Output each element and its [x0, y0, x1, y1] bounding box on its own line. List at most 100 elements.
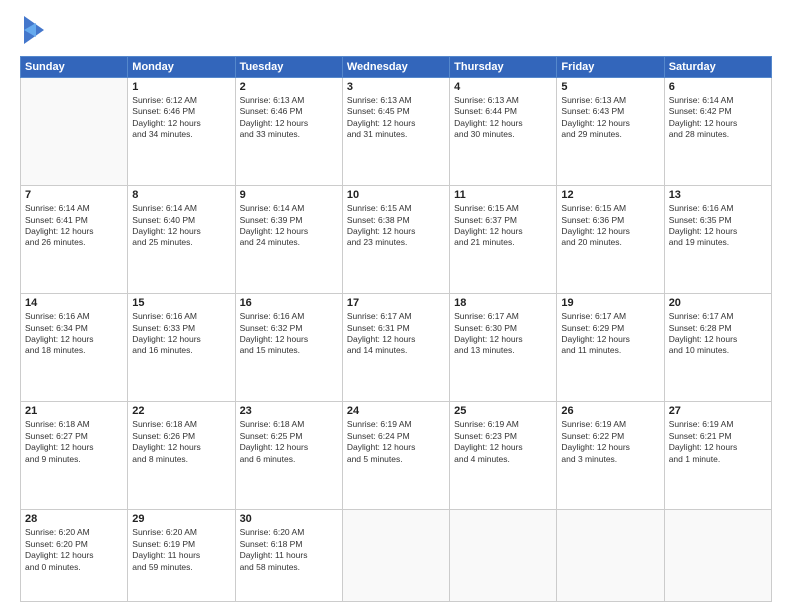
calendar-cell-3-4: 17 Sunrise: 6:17 AM Sunset: 6:31 PM Dayli…	[342, 294, 449, 402]
weekday-header-wednesday: Wednesday	[342, 57, 449, 78]
day-info: Sunrise: 6:17 AM Sunset: 6:29 PM Dayligh…	[561, 311, 659, 357]
calendar-cell-4-5: 25 Sunrise: 6:19 AM Sunset: 6:23 PM Dayli…	[450, 402, 557, 510]
calendar-cell-1-2: 1Sunrise: 6:12 AM Sunset: 6:46 PM Daylig…	[128, 78, 235, 186]
day-number: 27	[669, 405, 767, 417]
day-info: Sunrise: 6:15 AM Sunset: 6:36 PM Dayligh…	[561, 203, 659, 249]
day-number: 25	[454, 405, 552, 417]
day-number: 19	[561, 297, 659, 309]
calendar-cell-4-3: 23Sunrise: 6:18 AM Sunset: 6:25 PM Dayli…	[235, 402, 342, 510]
calendar-cell-4-4: 24 Sunrise: 6:19 AM Sunset: 6:24 PM Dayli…	[342, 402, 449, 510]
calendar-cell-3-7: 20 Sunrise: 6:17 AM Sunset: 6:28 PM Dayli…	[664, 294, 771, 402]
calendar-cell-4-7: 27 Sunrise: 6:19 AM Sunset: 6:21 PM Dayli…	[664, 402, 771, 510]
day-info: Sunrise: 6:18 AM Sunset: 6:25 PM Dayligh…	[240, 419, 338, 465]
day-info: Sunrise: 6:16 AM Sunset: 6:34 PM Dayligh…	[25, 311, 123, 357]
calendar-cell-2-4: 10 Sunrise: 6:15 AM Sunset: 6:38 PM Dayli…	[342, 186, 449, 294]
calendar-cell-1-3: 2 Sunrise: 6:13 AM Sunset: 6:46 PM Daylig…	[235, 78, 342, 186]
day-info: Sunrise: 6:18 AM Sunset: 6:27 PM Dayligh…	[25, 419, 123, 465]
weekday-header-saturday: Saturday	[664, 57, 771, 78]
day-info: Sunrise: 6:13 AM Sunset: 6:44 PM Dayligh…	[454, 95, 552, 141]
calendar-cell-4-1: 21 Sunrise: 6:18 AM Sunset: 6:27 PM Dayli…	[21, 402, 128, 510]
page-header	[20, 16, 772, 46]
day-info: Sunrise: 6:17 AM Sunset: 6:31 PM Dayligh…	[347, 311, 445, 357]
day-number: 30	[240, 513, 338, 525]
day-number: 10	[347, 189, 445, 201]
day-number: 29	[132, 513, 230, 525]
weekday-header-thursday: Thursday	[450, 57, 557, 78]
logo-icon	[22, 16, 44, 44]
day-number: 14	[25, 297, 123, 309]
day-number: 5	[561, 81, 659, 93]
calendar-cell-2-6: 12 Sunrise: 6:15 AM Sunset: 6:36 PM Dayli…	[557, 186, 664, 294]
week-row-1: 1Sunrise: 6:12 AM Sunset: 6:46 PM Daylig…	[21, 78, 772, 186]
calendar-cell-3-6: 19 Sunrise: 6:17 AM Sunset: 6:29 PM Dayli…	[557, 294, 664, 402]
calendar-cell-2-1: 7 Sunrise: 6:14 AM Sunset: 6:41 PM Daylig…	[21, 186, 128, 294]
day-info: Sunrise: 6:15 AM Sunset: 6:38 PM Dayligh…	[347, 203, 445, 249]
week-row-5: 28 Sunrise: 6:20 AM Sunset: 6:20 PM Dayli…	[21, 510, 772, 602]
day-number: 15	[132, 297, 230, 309]
day-info: Sunrise: 6:13 AM Sunset: 6:43 PM Dayligh…	[561, 95, 659, 141]
calendar-cell-5-4	[342, 510, 449, 602]
day-number: 11	[454, 189, 552, 201]
day-number: 1	[132, 81, 230, 93]
day-number: 20	[669, 297, 767, 309]
calendar-cell-2-3: 9Sunrise: 6:14 AM Sunset: 6:39 PM Daylig…	[235, 186, 342, 294]
day-info: Sunrise: 6:19 AM Sunset: 6:24 PM Dayligh…	[347, 419, 445, 465]
week-row-3: 14 Sunrise: 6:16 AM Sunset: 6:34 PM Dayli…	[21, 294, 772, 402]
day-info: Sunrise: 6:13 AM Sunset: 6:45 PM Dayligh…	[347, 95, 445, 141]
day-info: Sunrise: 6:17 AM Sunset: 6:28 PM Dayligh…	[669, 311, 767, 357]
day-info: Sunrise: 6:13 AM Sunset: 6:46 PM Dayligh…	[240, 95, 338, 141]
calendar-cell-3-3: 16Sunrise: 6:16 AM Sunset: 6:32 PM Dayli…	[235, 294, 342, 402]
calendar-cell-5-3: 30 Sunrise: 6:20 AM Sunset: 6:18 PM Dayli…	[235, 510, 342, 602]
calendar-cell-4-6: 26 Sunrise: 6:19 AM Sunset: 6:22 PM Dayli…	[557, 402, 664, 510]
day-number: 2	[240, 81, 338, 93]
calendar-cell-1-1	[21, 78, 128, 186]
weekday-header-tuesday: Tuesday	[235, 57, 342, 78]
calendar-cell-3-5: 18Sunrise: 6:17 AM Sunset: 6:30 PM Dayli…	[450, 294, 557, 402]
day-info: Sunrise: 6:16 AM Sunset: 6:35 PM Dayligh…	[669, 203, 767, 249]
day-number: 6	[669, 81, 767, 93]
day-number: 26	[561, 405, 659, 417]
day-number: 22	[132, 405, 230, 417]
day-info: Sunrise: 6:14 AM Sunset: 6:40 PM Dayligh…	[132, 203, 230, 249]
day-number: 17	[347, 297, 445, 309]
calendar-cell-5-2: 29 Sunrise: 6:20 AM Sunset: 6:19 PM Dayli…	[128, 510, 235, 602]
day-number: 18	[454, 297, 552, 309]
day-number: 12	[561, 189, 659, 201]
day-info: Sunrise: 6:16 AM Sunset: 6:33 PM Dayligh…	[132, 311, 230, 357]
calendar-cell-1-5: 4Sunrise: 6:13 AM Sunset: 6:44 PM Daylig…	[450, 78, 557, 186]
day-info: Sunrise: 6:19 AM Sunset: 6:21 PM Dayligh…	[669, 419, 767, 465]
day-number: 24	[347, 405, 445, 417]
day-info: Sunrise: 6:14 AM Sunset: 6:41 PM Dayligh…	[25, 203, 123, 249]
calendar-cell-3-1: 14 Sunrise: 6:16 AM Sunset: 6:34 PM Dayli…	[21, 294, 128, 402]
day-number: 7	[25, 189, 123, 201]
day-info: Sunrise: 6:15 AM Sunset: 6:37 PM Dayligh…	[454, 203, 552, 249]
day-number: 21	[25, 405, 123, 417]
calendar-cell-1-6: 5 Sunrise: 6:13 AM Sunset: 6:43 PM Daylig…	[557, 78, 664, 186]
day-info: Sunrise: 6:19 AM Sunset: 6:22 PM Dayligh…	[561, 419, 659, 465]
day-info: Sunrise: 6:14 AM Sunset: 6:39 PM Dayligh…	[240, 203, 338, 249]
day-number: 28	[25, 513, 123, 525]
day-number: 13	[669, 189, 767, 201]
day-number: 3	[347, 81, 445, 93]
calendar-table: SundayMondayTuesdayWednesdayThursdayFrid…	[20, 56, 772, 602]
calendar-cell-3-2: 15 Sunrise: 6:16 AM Sunset: 6:33 PM Dayli…	[128, 294, 235, 402]
week-row-2: 7 Sunrise: 6:14 AM Sunset: 6:41 PM Daylig…	[21, 186, 772, 294]
day-info: Sunrise: 6:16 AM Sunset: 6:32 PM Dayligh…	[240, 311, 338, 357]
calendar-cell-5-7	[664, 510, 771, 602]
weekday-header-sunday: Sunday	[21, 57, 128, 78]
calendar-cell-1-7: 6 Sunrise: 6:14 AM Sunset: 6:42 PM Daylig…	[664, 78, 771, 186]
day-info: Sunrise: 6:20 AM Sunset: 6:20 PM Dayligh…	[25, 527, 123, 573]
day-info: Sunrise: 6:14 AM Sunset: 6:42 PM Dayligh…	[669, 95, 767, 141]
logo	[20, 16, 44, 46]
day-info: Sunrise: 6:18 AM Sunset: 6:26 PM Dayligh…	[132, 419, 230, 465]
calendar-cell-2-5: 11 Sunrise: 6:15 AM Sunset: 6:37 PM Dayli…	[450, 186, 557, 294]
calendar-cell-5-6	[557, 510, 664, 602]
weekday-header-monday: Monday	[128, 57, 235, 78]
day-info: Sunrise: 6:20 AM Sunset: 6:18 PM Dayligh…	[240, 527, 338, 573]
calendar-cell-4-2: 22 Sunrise: 6:18 AM Sunset: 6:26 PM Dayli…	[128, 402, 235, 510]
weekday-header-friday: Friday	[557, 57, 664, 78]
calendar-cell-2-7: 13 Sunrise: 6:16 AM Sunset: 6:35 PM Dayli…	[664, 186, 771, 294]
day-info: Sunrise: 6:19 AM Sunset: 6:23 PM Dayligh…	[454, 419, 552, 465]
calendar-cell-2-2: 8Sunrise: 6:14 AM Sunset: 6:40 PM Daylig…	[128, 186, 235, 294]
day-info: Sunrise: 6:20 AM Sunset: 6:19 PM Dayligh…	[132, 527, 230, 573]
